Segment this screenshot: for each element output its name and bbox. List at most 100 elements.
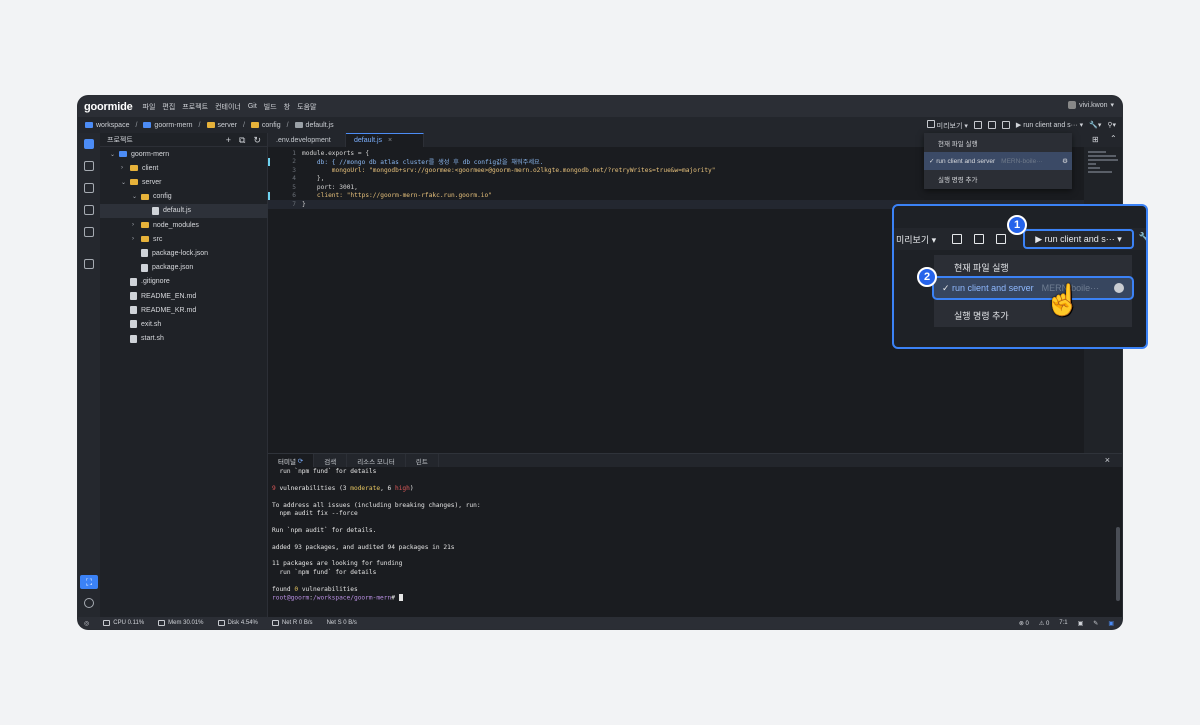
terminal-icon[interactable]	[84, 227, 94, 237]
user-menu[interactable]: vivi.kwon ▾	[1068, 101, 1114, 109]
menu-container[interactable]: 컨테이너	[215, 102, 241, 112]
code-text: client: "https://goorm-mern-rfakc.run.go…	[302, 192, 492, 200]
crumb-project[interactable]: goorm-mern	[143, 122, 193, 129]
chevron-up-icon[interactable]: ⌃	[1110, 134, 1117, 143]
build-icon[interactable]	[1001, 121, 1010, 129]
tree-item-label: default.js	[163, 207, 192, 215]
tree-item[interactable]: ⌄ config	[100, 190, 268, 204]
error-count[interactable]: ⊗ 0	[1019, 620, 1029, 627]
folder-icon	[119, 151, 127, 157]
tree-item[interactable]: package.json	[100, 261, 268, 275]
run-client-and-server[interactable]: ✓ run client and server MERN-boile··· ⚙	[924, 152, 1072, 170]
code-text: mongoUrl: "mongodb+srv://goormee:<goorme…	[302, 166, 716, 174]
preview-button[interactable]: 미리보기 ▾	[896, 233, 936, 246]
tree-item[interactable]: start.sh	[100, 332, 268, 346]
close-icon[interactable]: ×	[388, 137, 392, 144]
terminal-text: root@goorm	[272, 594, 310, 602]
tree-item[interactable]: › client	[100, 161, 268, 175]
collapse-icon[interactable]: ⧉	[239, 135, 245, 146]
tree-item[interactable]: README_EN.md	[100, 289, 268, 303]
split-icon[interactable]: ⊞	[1092, 135, 1099, 144]
warning-count[interactable]: ⚠ 0	[1039, 620, 1049, 627]
run-client-and-server[interactable]: ✓ run client and server MERN-boile···	[932, 276, 1134, 300]
tab-lint[interactable]: 린트	[406, 454, 439, 467]
crumb-config[interactable]: config	[250, 122, 281, 129]
save-all-icon[interactable]	[987, 121, 996, 129]
cpu-usage: CPU 0.11%	[103, 620, 144, 626]
tab-default-js[interactable]: default.js ×	[346, 133, 424, 147]
save-icon[interactable]	[973, 121, 982, 129]
expand-icon[interactable]: ⛶	[80, 575, 98, 589]
tree-item[interactable]: › node_modules	[100, 218, 268, 232]
terminal-text: vulnerabilities (3	[275, 484, 351, 492]
tree-item[interactable]: default.js	[100, 203, 268, 218]
line-number: 5	[292, 183, 296, 191]
run-button[interactable]: ▶ run client and s··· ▾	[1016, 121, 1083, 129]
menu-project[interactable]: 프로젝트	[182, 102, 208, 112]
vscode-icon[interactable]	[84, 259, 94, 269]
scrollbar[interactable]	[1116, 527, 1120, 601]
menu-file[interactable]: 파일	[143, 102, 156, 112]
chevron-down-icon: ⌄	[121, 179, 127, 186]
wrench-icon[interactable]: 🔧▾	[1089, 121, 1101, 129]
check-icon: ✓	[942, 282, 953, 293]
folder-icon	[143, 122, 152, 128]
menu-window[interactable]: 창	[284, 102, 290, 112]
menu-build[interactable]: 빌드	[264, 102, 277, 112]
line-number: 7	[292, 200, 296, 208]
folder-icon	[130, 179, 138, 186]
gear-icon[interactable]	[84, 598, 94, 608]
tab-resource-monitor[interactable]: 리소스 모니터	[347, 454, 406, 467]
crumb-server[interactable]: server	[206, 122, 237, 129]
file-icon	[130, 320, 137, 329]
folder-icon	[250, 122, 259, 128]
terminal-line: npm audit fix --force	[272, 510, 358, 517]
menu-edit[interactable]: 편집	[162, 102, 175, 112]
person-icon[interactable]: ⚲▾	[1107, 121, 1116, 129]
settings-icon[interactable]: ✎	[1093, 620, 1098, 627]
wrench-icon[interactable]: 🔧	[1139, 232, 1146, 243]
tree-item[interactable]: package-lock.json	[100, 246, 268, 260]
gear-icon[interactable]	[1114, 283, 1124, 293]
preview-button[interactable]: 미리보기 ▾	[926, 119, 968, 131]
tab-search[interactable]: 검색	[314, 454, 348, 467]
tree-item-label: package.json	[152, 264, 194, 272]
tab-terminal[interactable]: 터미널 ⟳	[268, 454, 315, 467]
file-icon	[152, 206, 159, 215]
code-icon[interactable]	[84, 205, 94, 215]
breadcrumb: workspace / goorm-mern / server / config…	[78, 117, 1122, 133]
tree-item[interactable]: .gitignore	[100, 275, 268, 289]
add-icon[interactable]: +	[226, 135, 231, 146]
refresh-icon[interactable]: ⟳	[298, 457, 303, 465]
run-current-file[interactable]: 현재 파일 실행	[924, 134, 1072, 152]
add-run-command[interactable]: 실행 명령 추가	[934, 303, 1132, 327]
tab-env-development[interactable]: .env.development	[268, 133, 346, 147]
file-icon	[141, 263, 148, 272]
avatar	[1068, 101, 1077, 109]
close-icon[interactable]: ×	[1105, 455, 1110, 465]
save-icon[interactable]	[952, 234, 963, 244]
crumb-file[interactable]: default.js	[294, 122, 334, 129]
chat-icon[interactable]: ▣	[1108, 620, 1114, 627]
git-icon[interactable]	[84, 183, 94, 193]
build-icon[interactable]	[996, 234, 1007, 244]
gear-icon[interactable]: ⚙	[1062, 157, 1068, 165]
status-refresh[interactable]: ◎	[84, 620, 89, 627]
terminal-output[interactable]: run `npm fund` for details 9 vulnerabilit…	[268, 467, 1122, 617]
tree-item[interactable]: exit.sh	[100, 317, 268, 331]
tree-item[interactable]: › src	[100, 232, 268, 246]
add-run-command[interactable]: 실행 명령 추가	[924, 170, 1072, 188]
tree-item[interactable]: ⌄ server	[100, 175, 268, 189]
save-all-icon[interactable]	[974, 234, 985, 244]
menu-help[interactable]: 도움말	[297, 102, 316, 112]
layout-icon[interactable]: ▣	[1078, 620, 1084, 627]
menu-git[interactable]: Git	[248, 103, 257, 110]
code-text: port: 3001,	[302, 183, 358, 191]
outline-icon[interactable]	[84, 161, 94, 171]
tree-item[interactable]: ⌄ goorm-mern	[100, 147, 268, 161]
run-button[interactable]: ▶ run client and s··· ▾	[1023, 229, 1134, 249]
project-explorer-icon[interactable]	[84, 139, 94, 149]
tree-item[interactable]: README_KR.md	[100, 303, 268, 317]
refresh-icon[interactable]: ↻	[253, 135, 261, 146]
crumb-workspace[interactable]: workspace	[85, 122, 129, 129]
